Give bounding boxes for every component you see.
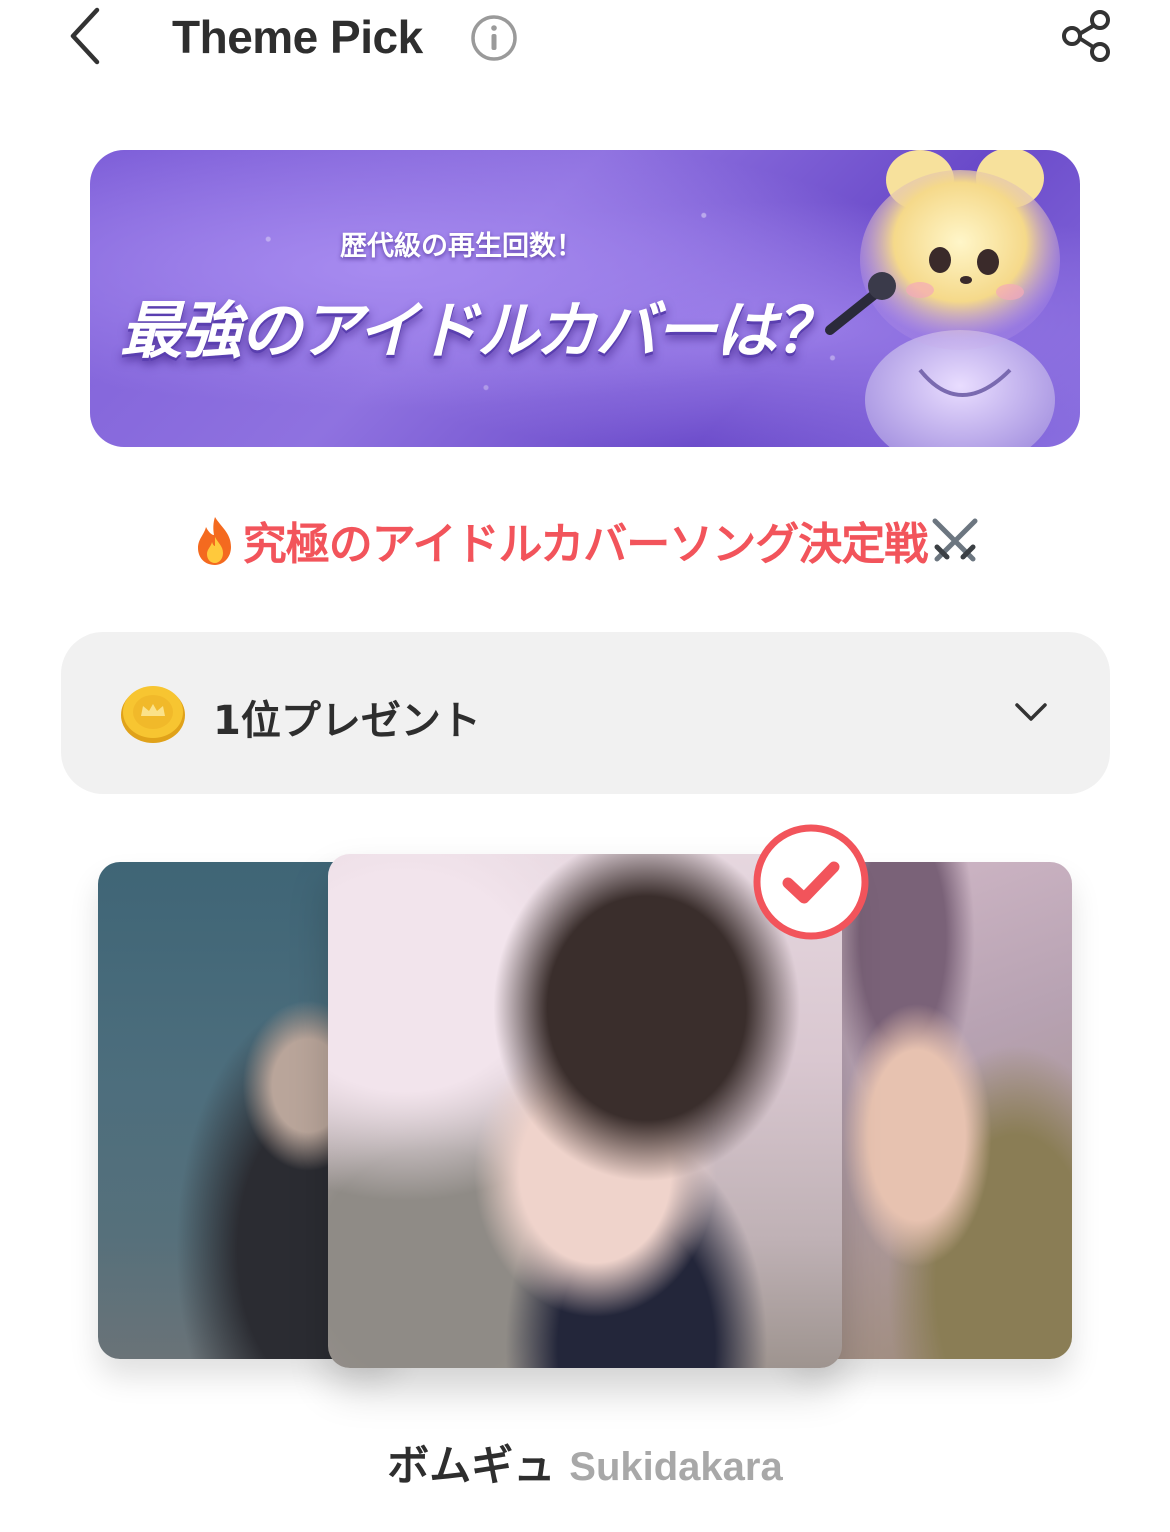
event-heading: 究極のアイドルカバーソング決定戦 [0,508,1170,572]
crossed-swords-icon [932,518,978,562]
app-header: Theme Pick [0,0,1170,80]
share-icon [1062,10,1110,62]
song-title: Sukidakara [569,1445,783,1489]
reward-dropdown[interactable]: 1位プレゼント [61,632,1110,794]
banner-headline: 最強のアイドルカバーは？ [120,294,837,367]
fire-icon [197,517,231,565]
chevron-left-icon [70,7,100,65]
banner-subtitle: 歴代級の再生回数！ [340,231,583,262]
selected-caption: ボムギュ Sukidakara [0,1432,1170,1493]
promo-banner[interactable]: 歴代級の再生回数！ 最強のアイドルカバーは？ [90,150,1080,447]
back-button[interactable] [55,4,115,68]
info-button[interactable] [470,14,518,62]
event-heading-text: 究極のアイドルカバーソング決定戦 [242,519,928,570]
share-button[interactable] [1056,6,1116,66]
chevron-down-icon [1015,703,1047,721]
page-title: Theme Pick [172,11,423,63]
info-icon [471,15,517,61]
reward-label: 1位プレゼント [213,698,481,744]
artist-name: ボムギュ [387,1441,556,1490]
mascot-illustration [825,150,1060,447]
checkmark-icon[interactable] [752,823,870,941]
coin-icon [121,686,185,743]
